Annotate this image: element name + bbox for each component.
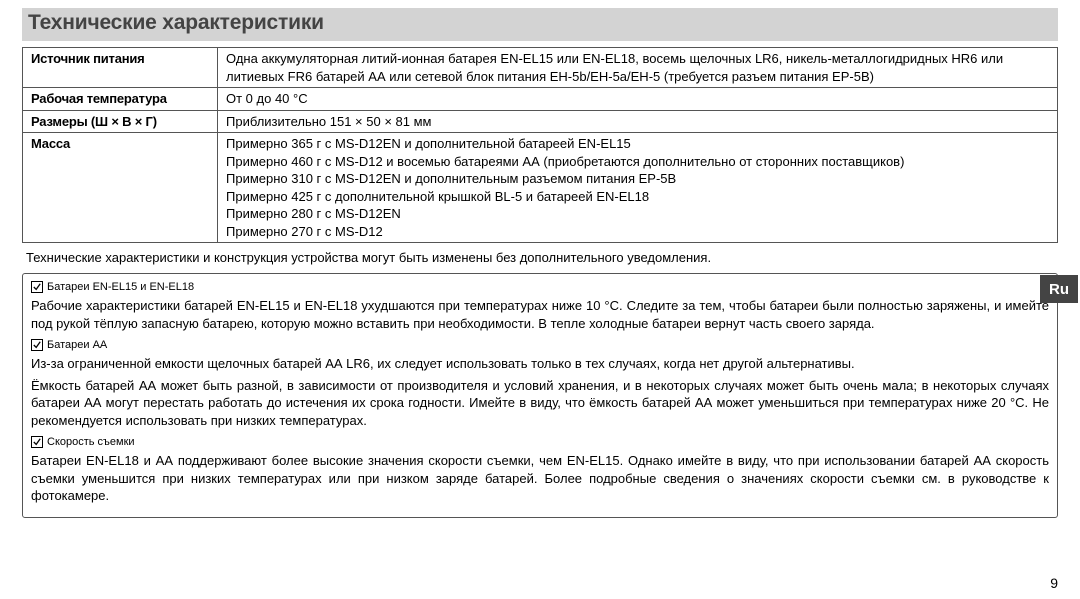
section-title: Технические характеристики [22, 8, 1058, 41]
box-paragraph: Ёмкость батарей АА может быть разной, в … [31, 377, 1049, 430]
callout-label: Батареи АА [47, 339, 107, 351]
callout-batteries-aa: Батареи АА [31, 339, 107, 351]
spec-table: Источник питанияОдна аккумуляторная лити… [22, 47, 1058, 243]
spec-value: Одна аккумуляторная литий-ионная батарея… [218, 48, 1058, 88]
mass-line: Примерно 365 г с MS-D12EN и дополнительн… [226, 135, 1051, 153]
mass-line: Примерно 280 г с MS-D12EN [226, 205, 1051, 223]
callout-label: Скорость съемки [47, 436, 135, 448]
table-row: Масса Примерно 365 г с MS-D12EN и дополни… [23, 133, 1058, 243]
mass-line: Примерно 270 г с MS-D12 [226, 223, 1051, 241]
box-paragraph: Из-за ограниченной емкости щелочных бата… [31, 355, 1049, 373]
box-paragraph: Рабочие характеристики батарей EN-EL15 и… [31, 297, 1049, 332]
check-icon [31, 436, 43, 448]
spec-value: Приблизительно 151 × 50 × 81 мм [218, 110, 1058, 133]
box-paragraph: Батареи EN-EL18 и АА поддерживают более … [31, 452, 1049, 505]
spec-value: От 0 до 40 °C [218, 88, 1058, 111]
language-tab: Ru [1040, 275, 1078, 303]
table-row: Размеры (Ш × В × Г)Приблизительно 151 × … [23, 110, 1058, 133]
callout-shooting-speed: Скорость съемки [31, 436, 135, 448]
spec-head: Масса [23, 133, 218, 243]
page-number: 9 [1050, 575, 1058, 591]
table-row: Рабочая температураОт 0 до 40 °C [23, 88, 1058, 111]
mass-line: Примерно 460 г с MS-D12 и восемью батаре… [226, 153, 1051, 171]
spec-head: Источник питания [23, 48, 218, 88]
callout-label: Батареи EN-EL15 и EN-EL18 [47, 281, 194, 293]
language-tab-label: Ru [1049, 281, 1069, 298]
spec-value: Примерно 365 г с MS-D12EN и дополнительн… [218, 133, 1058, 243]
spec-head: Рабочая температура [23, 88, 218, 111]
mass-line: Примерно 310 г с MS-D12EN и дополнительн… [226, 170, 1051, 188]
table-row: Источник питанияОдна аккумуляторная лити… [23, 48, 1058, 88]
mass-line: Примерно 425 г с дополнительной крышкой … [226, 188, 1051, 206]
section-title-text: Технические характеристики [28, 11, 324, 34]
change-notice: Технические характеристики и конструкция… [26, 249, 1054, 267]
check-icon [31, 281, 43, 293]
callout-batteries-en: Батареи EN-EL15 и EN-EL18 [31, 281, 194, 293]
spec-head: Размеры (Ш × В × Г) [23, 110, 218, 133]
check-icon [31, 339, 43, 351]
notes-box: Батареи EN-EL15 и EN-EL18 Рабочие характ… [22, 273, 1058, 518]
